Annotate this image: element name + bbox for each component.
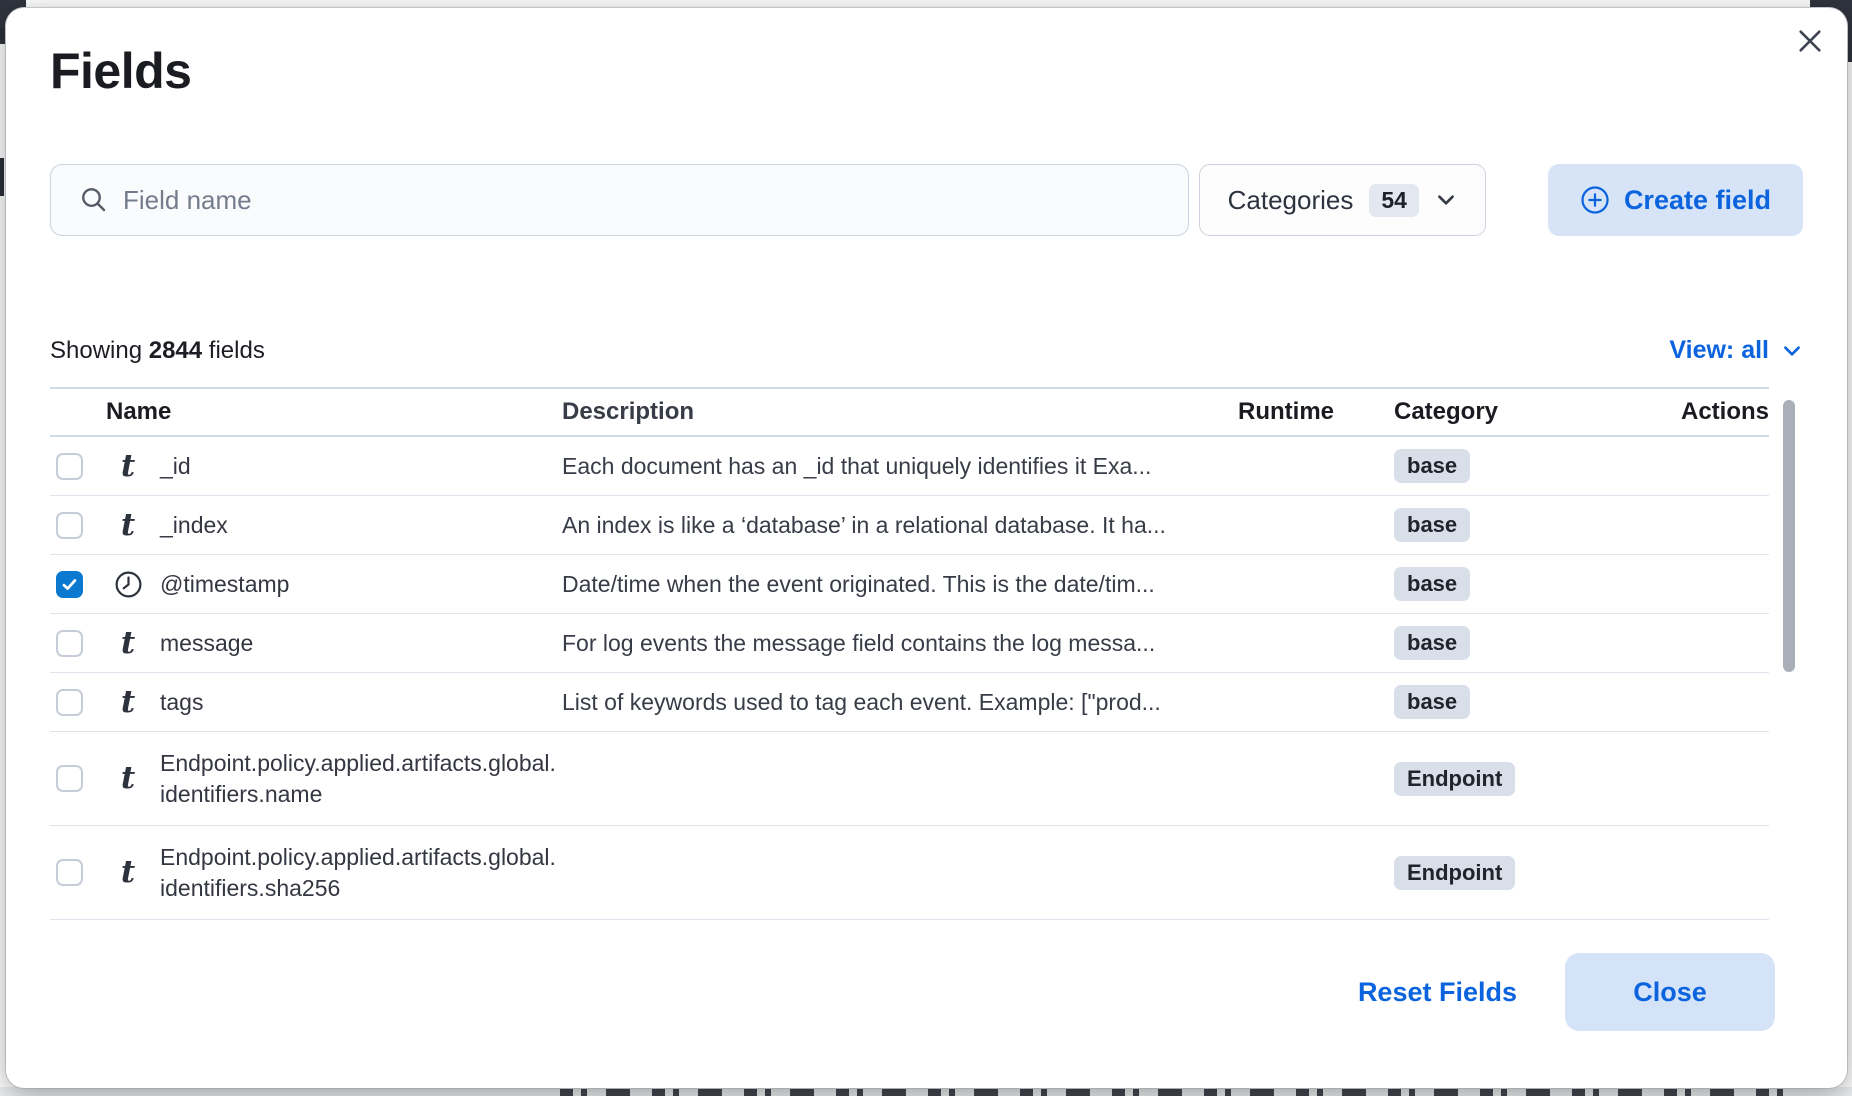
underlying-page-text-fragments [560, 1087, 1800, 1096]
summary-prefix: Showing [50, 337, 149, 364]
field-name: Endpoint.policy.applied.artifacts.global… [160, 748, 562, 810]
table-header-row: Name Description Runtime Category Action… [50, 387, 1769, 437]
category-badge: base [1394, 626, 1470, 660]
category-badge: base [1394, 685, 1470, 719]
column-header-name: Name [96, 398, 562, 426]
underlying-page-fragment [0, 28, 4, 40]
row-checkbox[interactable] [56, 512, 83, 539]
fields-modal: Fields Categories 54 Create field Showin… [6, 8, 1847, 1088]
controls-row: Categories 54 Create field [50, 164, 1803, 236]
column-header-description: Description [562, 398, 1184, 426]
field-name: _index [160, 510, 562, 541]
field-search-box[interactable] [50, 164, 1189, 236]
row-checkbox[interactable] [56, 453, 83, 480]
chevron-down-icon [1435, 189, 1457, 211]
categories-filter-button[interactable]: Categories 54 [1199, 164, 1486, 236]
table-row: t tags List of keywords used to tag each… [50, 673, 1769, 732]
row-checkbox[interactable] [56, 859, 83, 886]
search-icon [79, 185, 109, 215]
view-selector[interactable]: View: all [1669, 336, 1803, 365]
categories-label: Categories [1228, 185, 1354, 216]
category-badge: base [1394, 508, 1470, 542]
view-selector-label: View: all [1669, 336, 1769, 365]
underlying-page-strip [0, 1087, 1852, 1096]
field-name: _id [160, 451, 562, 482]
underlying-page-fragment [0, 158, 4, 196]
row-checkbox[interactable] [56, 571, 83, 598]
row-checkbox[interactable] [56, 689, 83, 716]
row-checkbox[interactable] [56, 765, 83, 792]
chevron-down-icon [1781, 340, 1803, 362]
table-row: t _id Each document has an _id that uniq… [50, 437, 1769, 496]
table-row: t message For log events the message fie… [50, 614, 1769, 673]
field-description: Each document has an _id that uniquely i… [562, 453, 1184, 480]
string-type-icon: t [121, 510, 135, 541]
field-name: tags [160, 687, 562, 718]
category-badge: Endpoint [1394, 762, 1515, 796]
summary-row: Showing 2844 fields View: all [50, 336, 1803, 365]
categories-count-badge: 54 [1369, 184, 1419, 217]
table-row: t _index An index is like a ‘database’ i… [50, 496, 1769, 555]
create-field-label: Create field [1624, 185, 1771, 216]
table-row: @timestamp Date/time when the event orig… [50, 555, 1769, 614]
field-description: Date/time when the event originated. Thi… [562, 571, 1184, 598]
column-header-category: Category [1334, 398, 1639, 426]
string-type-icon: t [121, 687, 135, 718]
date-type-icon [113, 569, 144, 600]
field-description: List of keywords used to tag each event.… [562, 689, 1184, 716]
category-badge: Endpoint [1394, 856, 1515, 890]
fields-count-summary: Showing 2844 fields [50, 337, 265, 365]
summary-count: 2844 [149, 337, 202, 364]
summary-suffix: fields [202, 337, 265, 364]
table-scrollbar[interactable] [1783, 400, 1795, 672]
string-type-icon: t [121, 763, 135, 794]
reset-fields-button[interactable]: Reset Fields [1358, 977, 1517, 1008]
modal-footer: Reset Fields Close [50, 953, 1803, 1031]
row-checkbox[interactable] [56, 630, 83, 657]
fields-table: Name Description Runtime Category Action… [50, 387, 1803, 920]
table-row: t Endpoint.policy.applied.artifacts.glob… [50, 826, 1769, 920]
search-input[interactable] [123, 185, 1168, 216]
string-type-icon: t [121, 451, 135, 482]
column-header-actions: Actions [1639, 398, 1769, 426]
category-badge: base [1394, 567, 1470, 601]
string-type-icon: t [121, 857, 135, 888]
field-name: message [160, 628, 562, 659]
create-field-button[interactable]: Create field [1548, 164, 1803, 236]
field-description: An index is like a ‘database’ in a relat… [562, 512, 1184, 539]
table-row: t Endpoint.policy.applied.artifacts.glob… [50, 732, 1769, 826]
column-header-runtime: Runtime [1184, 398, 1334, 426]
category-badge: base [1394, 449, 1470, 483]
close-icon[interactable] [1789, 20, 1831, 62]
field-name: @timestamp [160, 569, 562, 600]
string-type-icon: t [121, 628, 135, 659]
field-description: For log events the message field contain… [562, 630, 1184, 657]
field-name: Endpoint.policy.applied.artifacts.global… [160, 842, 562, 904]
plus-circle-icon [1580, 185, 1610, 215]
page-title: Fields [50, 42, 1803, 100]
close-button[interactable]: Close [1565, 953, 1775, 1031]
